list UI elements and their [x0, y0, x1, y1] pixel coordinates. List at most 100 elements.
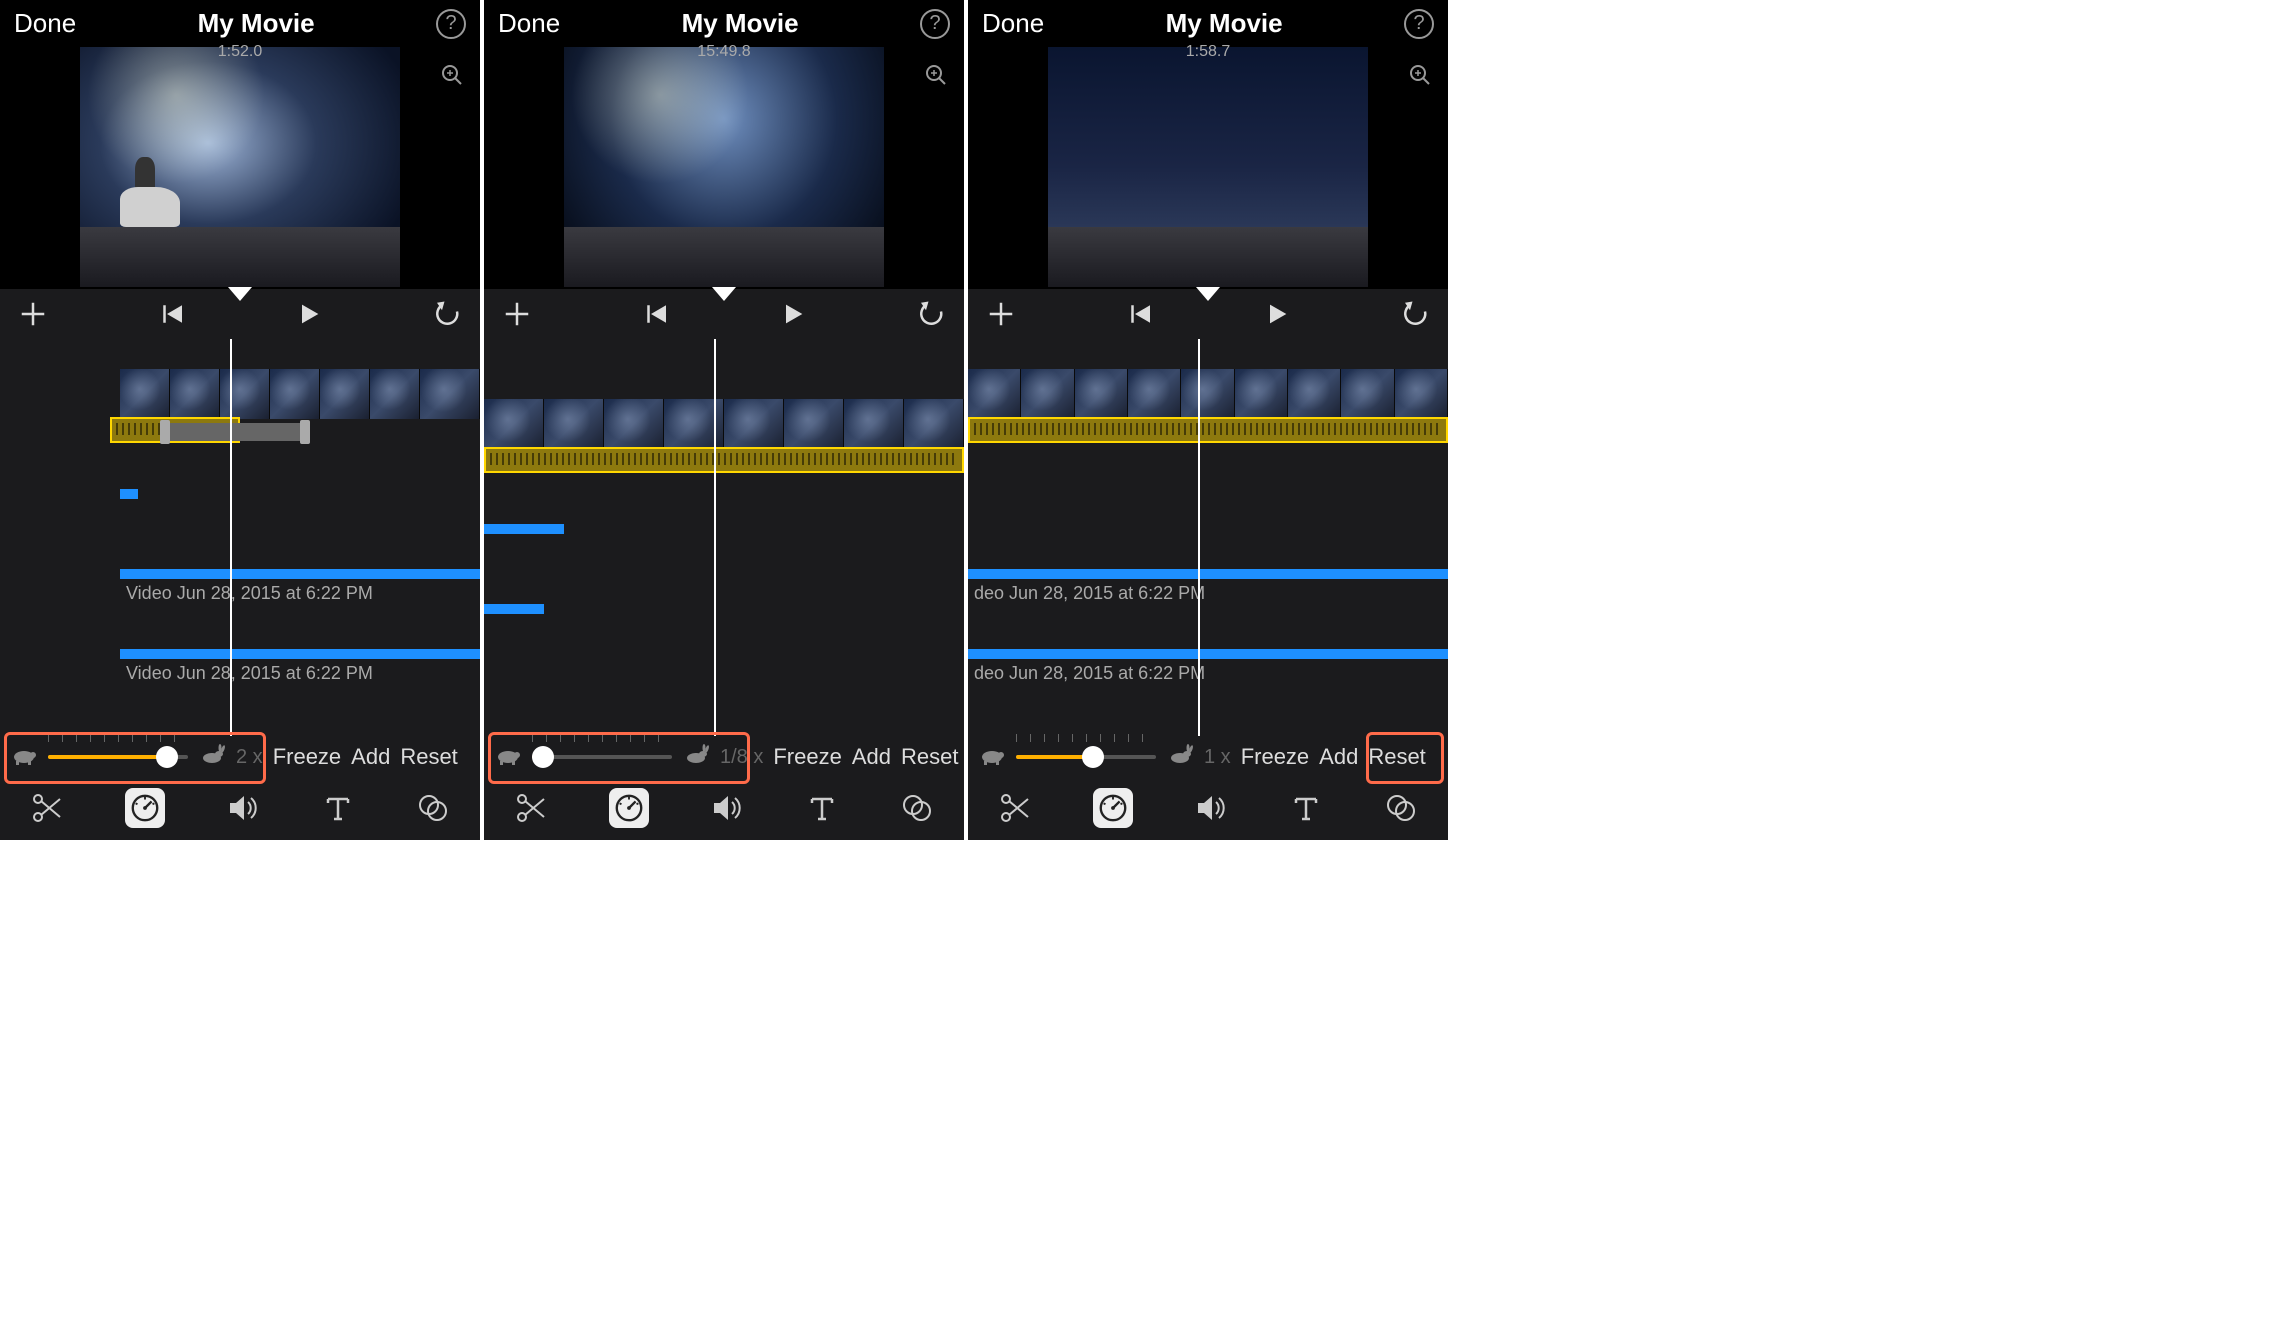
cut-tool[interactable] — [514, 791, 548, 825]
clip-label: Video Jun 28, 2015 at 6:22 PM — [126, 663, 373, 684]
done-button[interactable]: Done — [14, 8, 76, 39]
text-icon — [805, 791, 839, 825]
help-button[interactable]: ? — [1404, 9, 1434, 39]
speed-slider[interactable] — [1016, 742, 1156, 772]
video-clip-strip[interactable] — [968, 369, 1448, 419]
timeline[interactable]: deo Jun 28, 2015 at 6:22 PM deo Jun 28, … — [968, 339, 1448, 736]
audio-marker — [484, 604, 544, 614]
tutorial-highlight — [4, 732, 266, 784]
timeline[interactable] — [484, 339, 964, 736]
undo-button[interactable] — [1400, 299, 1430, 329]
plus-icon — [502, 299, 532, 329]
add-speed-button[interactable]: Add — [1319, 744, 1358, 770]
add-media-button[interactable] — [18, 299, 48, 329]
preview-thumbnail[interactable] — [1048, 47, 1368, 287]
speedometer-icon — [613, 792, 645, 824]
add-media-button[interactable] — [502, 299, 532, 329]
cut-tool[interactable] — [30, 791, 64, 825]
freeze-button[interactable]: Freeze — [273, 744, 341, 770]
header: Done My Movie ? — [968, 0, 1448, 43]
cut-tool[interactable] — [998, 791, 1032, 825]
speed-tool[interactable] — [125, 788, 165, 828]
add-speed-button[interactable]: Add — [351, 744, 390, 770]
scissors-icon — [514, 791, 548, 825]
speed-tool[interactable] — [609, 788, 649, 828]
audio-tool[interactable] — [1194, 791, 1228, 825]
filter-tool[interactable] — [1384, 791, 1418, 825]
play-button[interactable] — [779, 300, 807, 328]
speed-range-overlay[interactable] — [968, 417, 1448, 443]
add-speed-button[interactable]: Add — [852, 744, 891, 770]
play-icon — [779, 300, 807, 328]
timecode-label: 1:52.0 — [218, 43, 262, 61]
magnifier-plus-icon — [924, 63, 948, 87]
magnifier-plus-icon — [1408, 63, 1432, 87]
rewind-start-button[interactable] — [157, 299, 187, 329]
preview-thumbnail[interactable] — [564, 47, 884, 287]
preview-area: 1:58.7 — [968, 43, 1448, 289]
zoom-button[interactable] — [922, 61, 950, 89]
speed-tool[interactable] — [1093, 788, 1133, 828]
audio-track[interactable] — [120, 569, 480, 579]
playhead-marker-icon — [228, 287, 252, 301]
audio-track[interactable] — [968, 649, 1448, 659]
title-tool[interactable] — [805, 791, 839, 825]
play-button[interactable] — [295, 300, 323, 328]
title-tool[interactable] — [321, 791, 355, 825]
undo-button[interactable] — [432, 299, 462, 329]
audio-marker — [484, 524, 564, 534]
audio-track[interactable] — [120, 649, 480, 659]
play-icon — [1263, 300, 1291, 328]
audio-tool[interactable] — [226, 791, 260, 825]
reset-speed-button[interactable]: Reset — [400, 744, 457, 770]
timecode-label: 1:58.7 — [1186, 43, 1230, 61]
speed-range-overlay[interactable] — [484, 447, 964, 473]
help-button[interactable]: ? — [920, 9, 950, 39]
freeze-button[interactable]: Freeze — [1241, 744, 1309, 770]
editor-panel: Done My Movie ? 15:49.8 1/8 x Freez — [484, 0, 964, 840]
page-title: My Movie — [1166, 8, 1283, 39]
playhead[interactable] — [714, 339, 716, 736]
rabbit-icon — [1166, 744, 1194, 771]
zoom-button[interactable] — [1406, 61, 1434, 89]
video-clip-strip[interactable] — [484, 399, 964, 449]
speaker-icon — [710, 791, 744, 825]
filter-tool[interactable] — [416, 791, 450, 825]
audio-track[interactable] — [968, 569, 1448, 579]
speedometer-icon — [129, 792, 161, 824]
video-clip-strip[interactable] — [120, 369, 480, 419]
rewind-start-button[interactable] — [641, 299, 671, 329]
help-button[interactable]: ? — [436, 9, 466, 39]
magnifier-plus-icon — [440, 63, 464, 87]
speedometer-icon — [1097, 792, 1129, 824]
tool-tabs — [968, 778, 1448, 840]
undo-button[interactable] — [916, 299, 946, 329]
speaker-icon — [226, 791, 260, 825]
reset-speed-button[interactable]: Reset — [901, 744, 958, 770]
freeze-button[interactable]: Freeze — [773, 744, 841, 770]
preview-thumbnail[interactable] — [80, 47, 400, 287]
speed-range-bar[interactable] — [160, 423, 310, 441]
undo-icon — [432, 299, 462, 329]
title-tool[interactable] — [1289, 791, 1323, 825]
transport-controls — [968, 289, 1448, 339]
editor-panel: Done My Movie ? 1:58.7 deo Jun 28, 2015 … — [968, 0, 1448, 840]
filter-tool[interactable] — [900, 791, 934, 825]
skip-back-icon — [1125, 299, 1155, 329]
playhead[interactable] — [230, 339, 232, 736]
skip-back-icon — [641, 299, 671, 329]
clip-label: Video Jun 28, 2015 at 6:22 PM — [126, 583, 373, 604]
playhead[interactable] — [1198, 339, 1200, 736]
tutorial-highlight — [1366, 732, 1444, 784]
audio-tool[interactable] — [710, 791, 744, 825]
timeline[interactable]: Video Jun 28, 2015 at 6:22 PM Video Jun … — [0, 339, 480, 736]
done-button[interactable]: Done — [982, 8, 1044, 39]
zoom-button[interactable] — [438, 61, 466, 89]
done-button[interactable]: Done — [498, 8, 560, 39]
clip-label: deo Jun 28, 2015 at 6:22 PM — [974, 663, 1205, 684]
add-media-button[interactable] — [986, 299, 1016, 329]
transport-controls — [484, 289, 964, 339]
play-button[interactable] — [1263, 300, 1291, 328]
rewind-start-button[interactable] — [1125, 299, 1155, 329]
turtle-icon — [978, 744, 1006, 771]
